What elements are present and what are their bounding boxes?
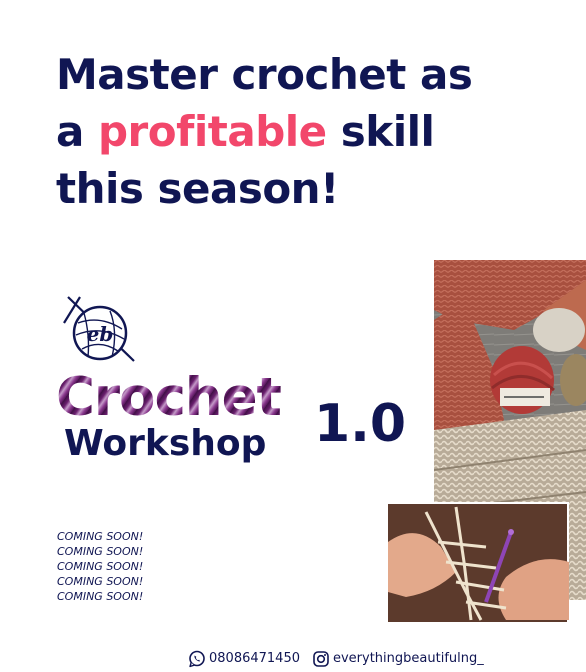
headline-line-2-prefix: a [56,107,98,156]
yarn-ball-logo-icon: eb [63,296,135,362]
whatsapp-contact[interactable]: 08086471450 [188,650,300,668]
coming-soon-line: COMING SOON! [57,575,144,588]
headline-line-2-suffix: skill [326,107,435,156]
whatsapp-icon [189,650,205,668]
headline-line-3: this season! [56,164,339,213]
headline-line-1: Master crochet as [56,50,473,99]
instagram-contact[interactable]: everythingbeautifulng_ [312,650,484,668]
logo-monogram: eb [87,322,114,346]
instagram-icon [313,651,329,667]
coming-soon-list: COMING SOON! COMING SOON! COMING SOON! C… [57,529,143,604]
coming-soon-line: COMING SOON! [57,530,144,543]
crochet-hands-illustration [386,502,569,624]
coming-soon-line: COMING SOON! [57,590,144,603]
brand-logo: eb [60,295,140,365]
headline-highlight: profitable [97,107,327,156]
instagram-handle: everythingbeautifulng_ [332,651,484,666]
contact-footer: 08086471450 everythingbeautifulng_ [188,650,496,668]
phone-number: 08086471450 [209,651,300,666]
title-version: 1.0 [314,394,407,454]
title-workshop: Workshop [64,423,267,464]
coming-soon-line: COMING SOON! [57,560,144,573]
coming-soon-line: COMING SOON! [57,545,144,558]
headline-line-2: a profitable skill [56,103,526,160]
poster: Master crochet as a profitable skill thi… [0,0,586,672]
crochet-hands-photo [386,502,569,624]
headline: Master crochet as a profitable skill thi… [56,46,526,217]
